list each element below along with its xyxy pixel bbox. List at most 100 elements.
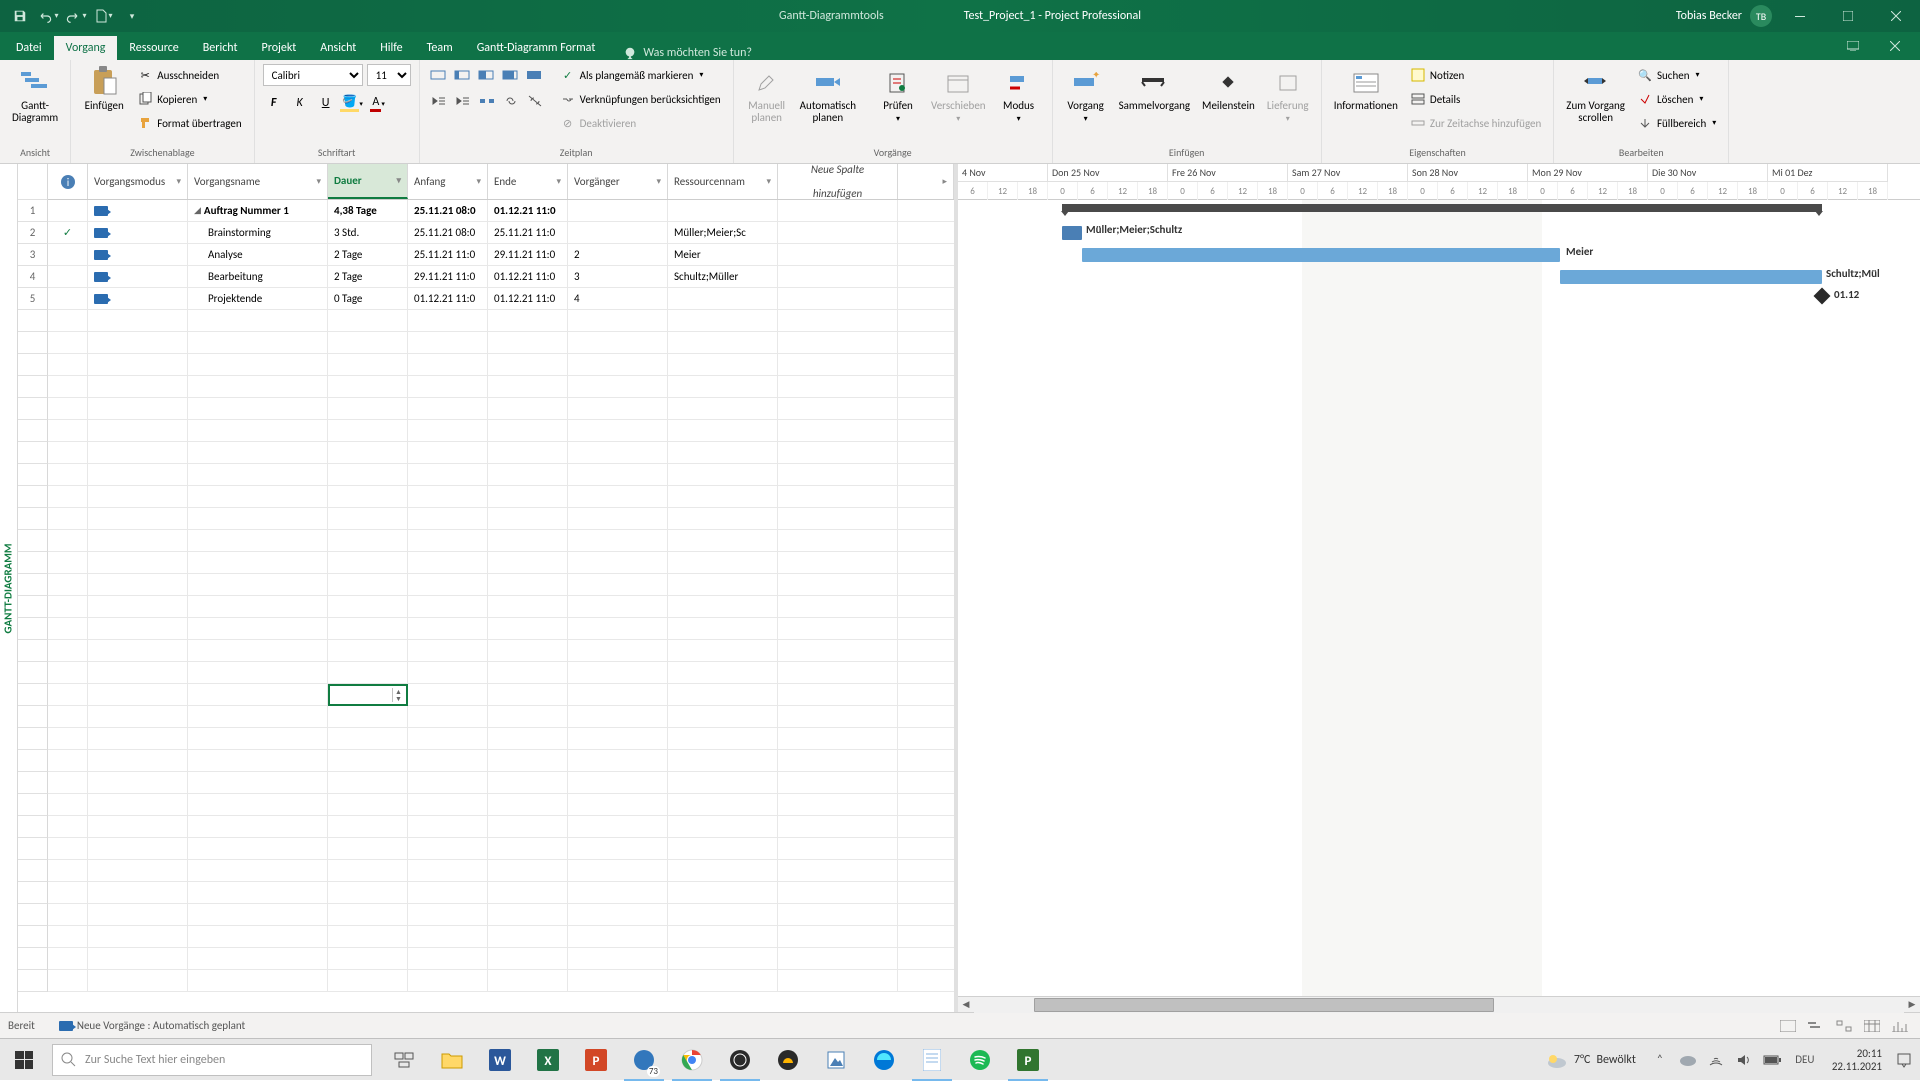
cell[interactable] [668, 948, 778, 969]
cell[interactable] [778, 772, 898, 793]
task-bar-4[interactable] [1560, 270, 1822, 284]
tab-help[interactable]: Hilfe [368, 36, 414, 60]
cell[interactable]: Müller;Meier;Sc [668, 222, 778, 243]
cell[interactable] [488, 860, 568, 881]
cell[interactable] [48, 574, 88, 595]
cell[interactable] [408, 970, 488, 991]
row-number[interactable] [18, 882, 48, 904]
row-number[interactable] [18, 420, 48, 442]
table-row[interactable] [18, 970, 954, 992]
ribbon-display-options[interactable] [1832, 32, 1874, 60]
cell[interactable] [188, 728, 328, 749]
row-number[interactable] [18, 486, 48, 508]
cell[interactable] [328, 904, 408, 925]
file-explorer-icon[interactable] [428, 1039, 476, 1081]
cell[interactable] [668, 684, 778, 705]
cell[interactable]: Analyse [188, 244, 328, 265]
cell[interactable] [48, 442, 88, 463]
cell[interactable]: 4 [568, 288, 668, 309]
row-number[interactable] [18, 816, 48, 838]
cell[interactable]: 3 [568, 266, 668, 287]
cell[interactable] [328, 310, 408, 331]
cell[interactable] [408, 838, 488, 859]
cell[interactable] [488, 486, 568, 507]
cell[interactable]: Schultz;Müller [668, 266, 778, 287]
table-row[interactable] [18, 948, 954, 970]
cell[interactable]: 3 Std. [328, 222, 408, 243]
scroll-thumb[interactable] [1034, 998, 1494, 1012]
cell[interactable]: 25.11.21 11:0 [488, 222, 568, 243]
tray-battery-icon[interactable] [1760, 1039, 1784, 1081]
split-task-button[interactable] [476, 90, 498, 112]
cell[interactable] [188, 948, 328, 969]
powerpoint-icon[interactable]: P [572, 1039, 620, 1081]
ribbon-close-button[interactable] [1874, 32, 1916, 60]
cell[interactable] [188, 860, 328, 881]
table-row[interactable] [18, 398, 954, 420]
table-row[interactable]: 3Analyse2 Tage25.11.21 11:029.11.21 11:0… [18, 244, 954, 266]
table-row[interactable] [18, 640, 954, 662]
cell[interactable] [778, 816, 898, 837]
row-number[interactable] [18, 310, 48, 332]
cell[interactable] [188, 684, 328, 705]
tell-me-search[interactable]: Was möchten Sie tun? [623, 46, 752, 60]
cell[interactable] [488, 926, 568, 947]
table-row[interactable] [18, 354, 954, 376]
table-row[interactable] [18, 662, 954, 684]
find-button[interactable]: 🔍Suchen▾ [1633, 64, 1720, 86]
move-button[interactable]: Verschieben▾ [927, 64, 990, 127]
cell[interactable] [188, 398, 328, 419]
row-number[interactable]: 4 [18, 266, 48, 288]
clear-button[interactable]: Löschen▾ [1633, 88, 1720, 110]
cell[interactable] [778, 596, 898, 617]
cell[interactable] [328, 860, 408, 881]
respect-links-button[interactable]: Verknüpfungen berücksichtigen [556, 88, 725, 110]
cell[interactable] [778, 706, 898, 727]
cell[interactable]: 2 [568, 244, 668, 265]
cell[interactable] [778, 618, 898, 639]
cell[interactable] [328, 926, 408, 947]
cell[interactable] [88, 420, 188, 441]
indent-button[interactable] [452, 90, 474, 112]
cell[interactable] [488, 618, 568, 639]
row-number[interactable] [18, 706, 48, 728]
cell[interactable] [568, 442, 668, 463]
cell[interactable] [88, 244, 188, 265]
cell[interactable] [188, 838, 328, 859]
cell[interactable] [668, 596, 778, 617]
redo-icon[interactable]: ▾ [64, 4, 88, 28]
view-normal-icon[interactable] [1776, 1016, 1800, 1036]
cell[interactable] [48, 266, 88, 287]
cell[interactable] [778, 750, 898, 771]
row-number[interactable] [18, 794, 48, 816]
cell[interactable] [668, 420, 778, 441]
cell[interactable] [88, 882, 188, 903]
cell[interactable] [188, 376, 328, 397]
cell[interactable] [668, 706, 778, 727]
unlink-button[interactable] [524, 90, 546, 112]
details-button[interactable]: Details [1406, 88, 1545, 110]
cell[interactable] [488, 640, 568, 661]
cell[interactable] [668, 816, 778, 837]
cell[interactable] [568, 486, 668, 507]
cell[interactable]: 01.12.21 11:0 [488, 288, 568, 309]
cell[interactable]: 01.12.21 11:0 [488, 266, 568, 287]
cell[interactable] [408, 662, 488, 683]
pct-50-button[interactable] [476, 64, 498, 86]
grid-body[interactable]: 1◢Auftrag Nummer 14,38 Tage25.11.21 08:0… [18, 200, 954, 1012]
tray-network-icon[interactable] [1704, 1039, 1728, 1081]
cell[interactable] [328, 662, 408, 683]
cell[interactable] [778, 200, 898, 221]
table-row[interactable]: 1◢Auftrag Nummer 14,38 Tage25.11.21 08:0… [18, 200, 954, 222]
cell[interactable] [48, 398, 88, 419]
col-mode[interactable]: Vorgangsmodus▾ [88, 164, 188, 199]
row-number[interactable] [18, 904, 48, 926]
cell[interactable]: 25.11.21 11:0 [408, 244, 488, 265]
cell[interactable] [568, 376, 668, 397]
cell[interactable] [88, 200, 188, 221]
cell[interactable] [408, 750, 488, 771]
information-button[interactable]: Informationen [1330, 64, 1402, 114]
cell[interactable] [568, 222, 668, 243]
cell[interactable] [668, 398, 778, 419]
scroll-right-icon[interactable]: ▶ [1904, 997, 1920, 1013]
